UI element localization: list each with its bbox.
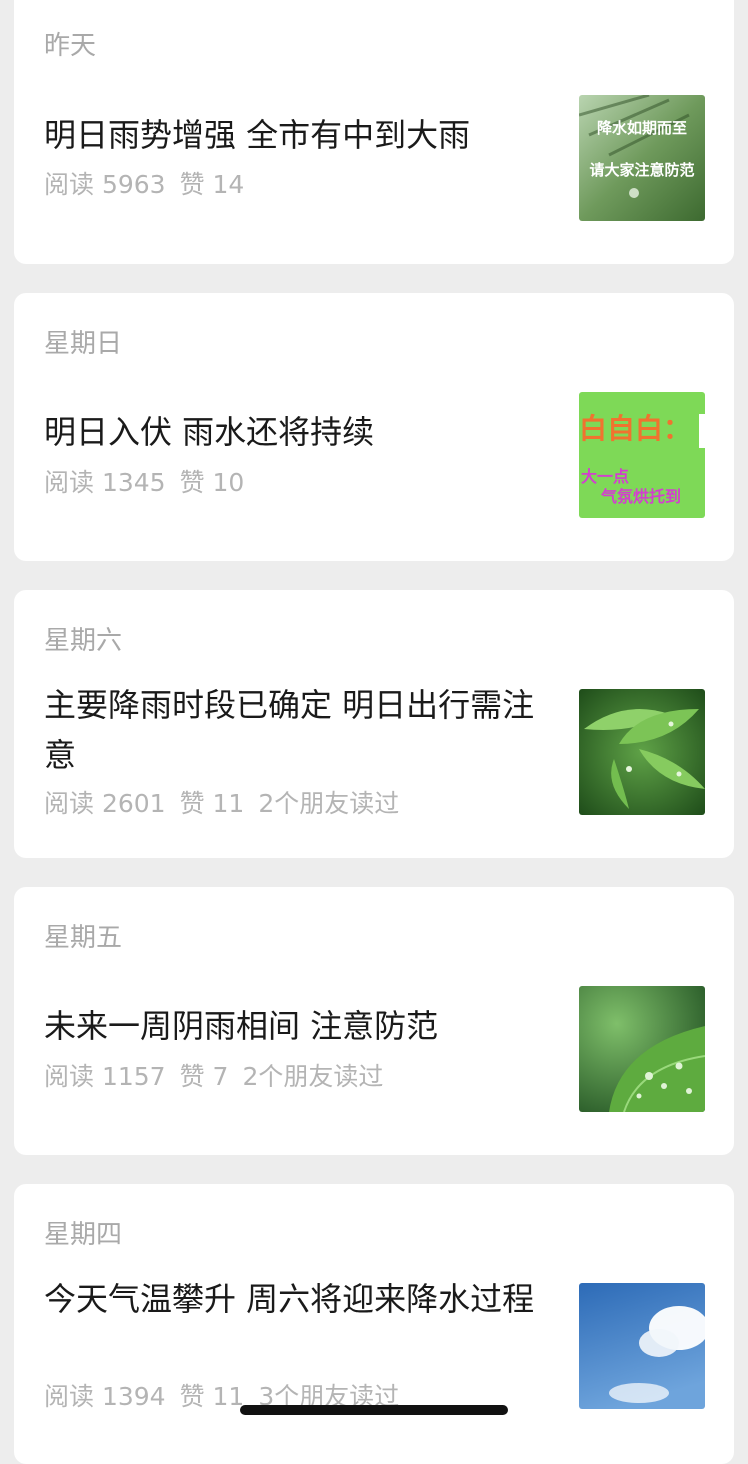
read-count: 阅读 1157 xyxy=(44,1062,166,1091)
like-count: 赞 10 xyxy=(179,468,245,497)
article-thumbnail[interactable]: 降水如期而至 请大家注意防范 xyxy=(579,95,705,221)
article-title[interactable]: 明日雨势增强 全市有中到大雨 xyxy=(44,110,544,160)
article-thumbnail[interactable]: 白自白： 大一点 气氛烘托到 xyxy=(579,392,705,518)
article-card[interactable]: 星期六 主要降雨时段已确定 明日出行需注意 阅读 2601 赞 11 2个朋友读过 xyxy=(14,590,734,858)
article-title[interactable]: 主要降雨时段已确定 明日出行需注意 xyxy=(44,680,544,780)
article-date: 星期六 xyxy=(44,626,123,656)
article-card[interactable]: 星期四 今天气温攀升 周六将迎来降水过程 阅读 1394 赞 11 3个朋友读过 xyxy=(14,1184,734,1464)
read-count: 阅读 2601 xyxy=(44,789,166,818)
friends-read: 2个朋友读过 xyxy=(242,1062,384,1091)
home-indicator[interactable] xyxy=(240,1405,508,1415)
article-meta: 阅读 2601 赞 11 2个朋友读过 xyxy=(44,788,413,820)
like-count: 赞 11 xyxy=(179,789,245,818)
article-date: 昨天 xyxy=(44,31,97,61)
thumbnail-caption-line2: 请大家注意防范 xyxy=(589,161,694,179)
thumbnail-caption-line3: 气氛烘托到 xyxy=(600,487,681,506)
read-count: 阅读 1394 xyxy=(44,1382,166,1411)
friends-read: 2个朋友读过 xyxy=(258,789,400,818)
read-count: 阅读 5963 xyxy=(44,170,166,199)
article-title[interactable]: 明日入伏 雨水还将持续 xyxy=(44,407,544,457)
article-meta: 阅读 5963 赞 14 xyxy=(44,169,258,201)
article-date: 星期四 xyxy=(44,1220,123,1250)
article-date: 星期日 xyxy=(44,329,123,359)
article-title[interactable]: 今天气温攀升 周六将迎来降水过程 xyxy=(44,1274,544,1324)
article-card[interactable]: 昨天 明日雨势增强 全市有中到大雨 阅读 5963 赞 14 降水如期而至 请大家… xyxy=(14,0,734,264)
like-count: 赞 11 xyxy=(179,1382,245,1411)
like-count: 赞 14 xyxy=(179,170,245,199)
article-meta: 阅读 1345 赞 10 xyxy=(44,467,258,499)
thumbnail-caption-line1: 白自白： xyxy=(579,412,691,445)
article-meta: 阅读 1157 赞 7 2个朋友读过 xyxy=(44,1061,397,1093)
article-card[interactable]: 星期日 明日入伏 雨水还将持续 阅读 1345 赞 10 白自白： 大一点 气氛烘… xyxy=(14,293,734,561)
read-count: 阅读 1345 xyxy=(44,468,166,497)
thumbnail-caption-line2: 大一点 xyxy=(581,467,629,486)
article-thumbnail[interactable] xyxy=(579,689,705,815)
article-card[interactable]: 星期五 未来一周阴雨相间 注意防范 阅读 1157 赞 7 2个朋友读过 xyxy=(14,887,734,1155)
thumbnail-caption-line1: 降水如期而至 xyxy=(597,119,687,137)
article-thumbnail[interactable] xyxy=(579,986,705,1112)
article-title[interactable]: 未来一周阴雨相间 注意防范 xyxy=(44,1001,544,1051)
article-date: 星期五 xyxy=(44,923,123,953)
like-count: 赞 7 xyxy=(179,1062,229,1091)
article-thumbnail[interactable] xyxy=(579,1283,705,1409)
